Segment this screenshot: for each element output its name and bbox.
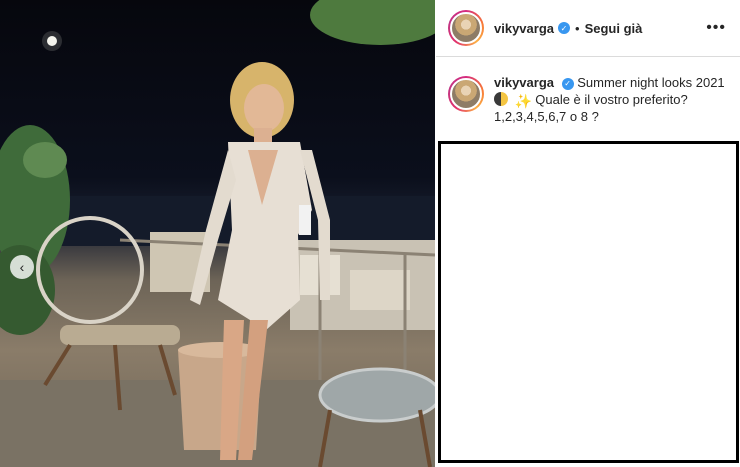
moon-emoji-icon xyxy=(494,92,508,106)
more-options-icon[interactable]: ••• xyxy=(706,19,726,37)
post-sidebar: vikyvarga ✓ • Segui già ••• vikyvarga ✓ … xyxy=(436,0,740,467)
post-caption: vikyvarga ✓ Summer night looks 2021 ✨ Qu… xyxy=(448,74,733,125)
follow-button[interactable]: Segui già xyxy=(585,21,643,36)
separator-dot: • xyxy=(575,20,580,36)
carousel-prev-button[interactable]: ‹ xyxy=(10,255,34,279)
caption-verified-badge-icon: ✓ xyxy=(561,77,574,90)
caption-avatar[interactable] xyxy=(448,76,484,112)
post-photo[interactable]: ‹ xyxy=(0,0,435,467)
caption-line2: Quale è il vostro preferito? xyxy=(535,92,688,107)
post-header: vikyvarga ✓ • Segui già ••• xyxy=(436,0,740,57)
tree-top xyxy=(310,0,435,45)
caption-line3: 1,2,3,4,5,6,7 o 8 ? xyxy=(494,109,599,124)
chevron-left-icon: ‹ xyxy=(19,259,25,275)
caption-text: vikyvarga ✓ Summer night looks 2021 ✨ Qu… xyxy=(494,74,725,125)
comments-area xyxy=(438,141,739,463)
sparkle-emoji-icon: ✨ xyxy=(514,93,533,109)
caption-username-link[interactable]: vikyvarga xyxy=(494,75,554,90)
caption-line1: Summer night looks 2021 xyxy=(577,75,725,90)
verified-badge-icon: ✓ xyxy=(558,22,570,34)
avatar[interactable] xyxy=(448,10,484,46)
chair-right xyxy=(318,367,435,423)
username-link[interactable]: vikyvarga xyxy=(494,21,554,36)
photo-scene xyxy=(0,0,435,467)
